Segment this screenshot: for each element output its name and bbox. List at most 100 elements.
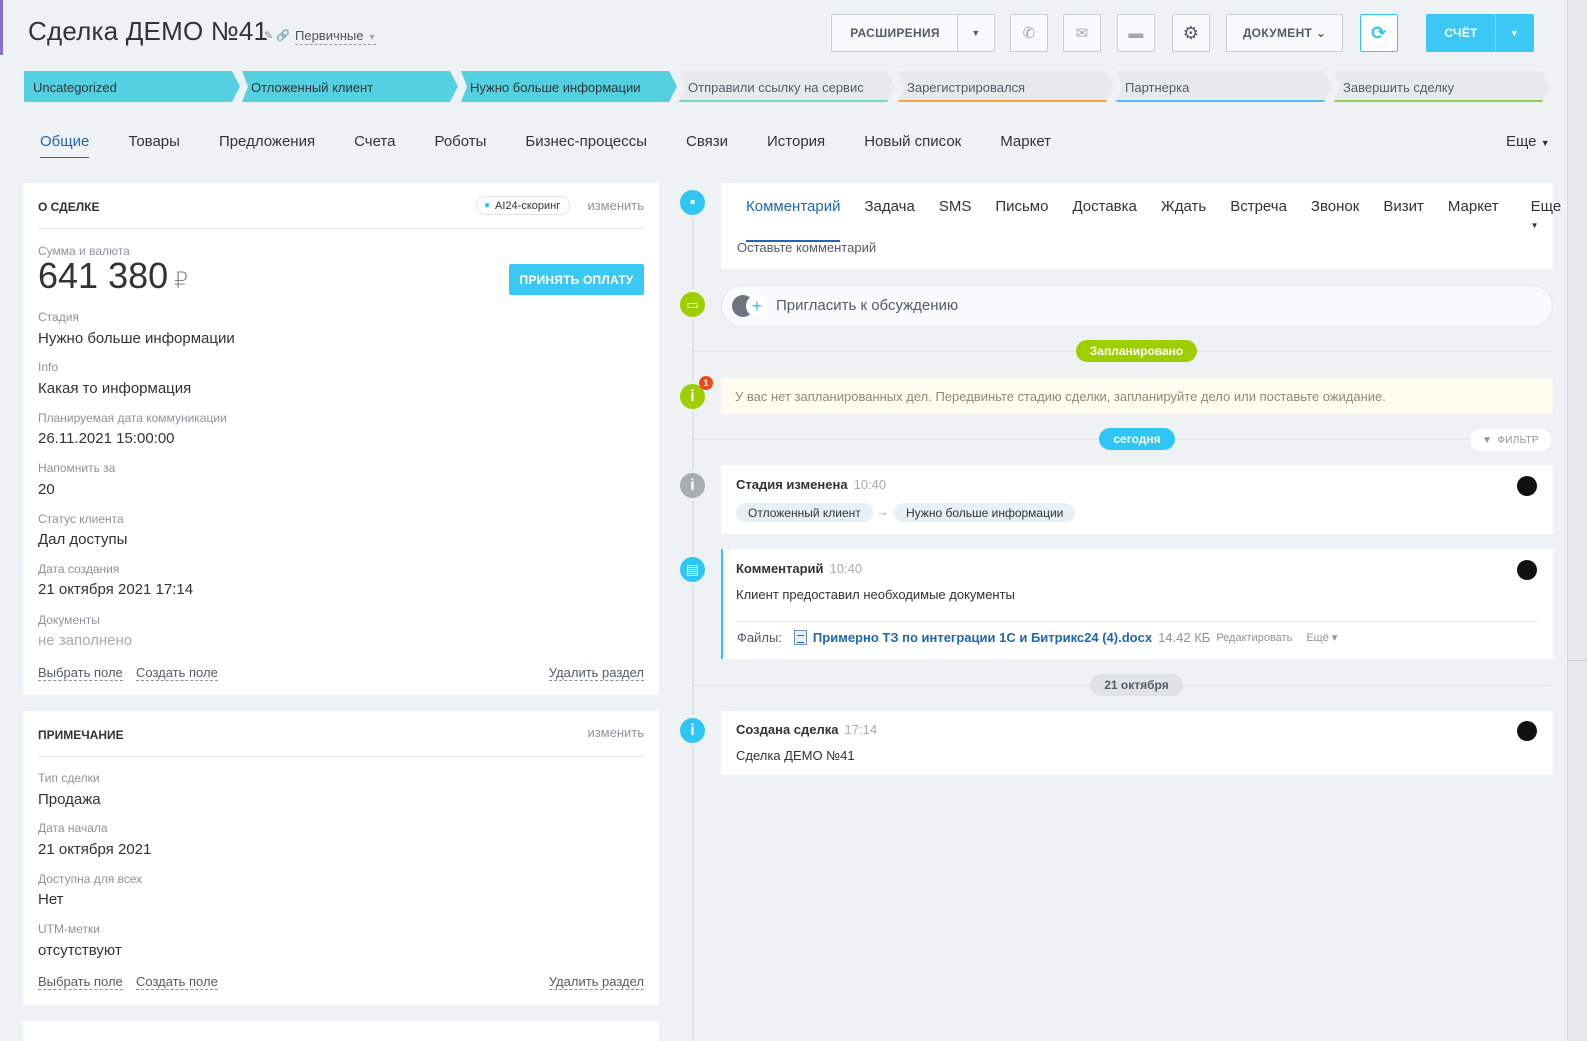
field-value[interactable]: Нет [38,891,64,908]
comment-icon: ▤ [677,554,708,585]
deal-tabs: Общие Товары Предложения Счета Роботы Би… [40,133,1090,158]
field-value[interactable]: Дал доступы [38,531,127,548]
file-edit-link[interactable]: Редактировать [1216,632,1292,644]
event-title: Создана сделка 17:14 [736,722,878,737]
edit-link-icons[interactable]: ✎ 🔗 [264,29,290,42]
comment-icon: ▪ [677,187,708,218]
tab-history[interactable]: История [767,133,825,158]
bill-button[interactable]: СЧЁТ ▼ [1426,14,1534,52]
category-selector[interactable]: Первичные ▼ [295,29,377,45]
avatar[interactable] [1517,476,1537,496]
timeline-line [692,205,694,1041]
docx-file-icon [793,630,807,645]
create-field-link[interactable]: Создать поле [136,665,218,681]
tab-products[interactable]: Товары [128,133,180,158]
activity-tab-meeting[interactable]: Встреча [1230,198,1287,242]
event-text: Сделка ДЕМО №41 [736,748,855,763]
field-value[interactable]: 21 октября 2021 17:14 [38,581,193,598]
field-label: Дата создания [38,562,120,576]
field-value[interactable]: 20 [38,481,55,498]
chevron-down-icon[interactable]: ▼ [957,15,994,51]
select-field-link[interactable]: Выбрать поле [38,974,123,990]
tab-invoices[interactable]: Счета [354,133,395,158]
page-title: Сделка ДЕМО №41 [28,16,269,46]
activity-tab-wait[interactable]: Ждать [1161,198,1206,242]
tab-new-list[interactable]: Новый список [864,133,961,158]
chevron-down-icon: ▼ [367,32,377,42]
field-value[interactable]: Продажа [38,791,101,808]
info-icon: i [677,715,708,746]
field-label: Документы [38,613,100,627]
extensions-button[interactable]: РАСШИРЕНИЯ ▼ [831,14,995,52]
file-link[interactable]: Примерно ТЗ по интеграции 1С и Битрикс24… [813,630,1152,645]
note-card: ПРИМЕЧАНИЕ изменить Тип сделки Продажа Д… [23,711,659,1005]
date-pill: 21 октября [1090,674,1183,696]
phone-icon[interactable]: ✆ [1010,14,1048,52]
file-more-button[interactable]: Ещё ▾ [1306,631,1337,644]
delete-section-link[interactable]: Удалить раздел [548,665,644,681]
stage-uncategorized[interactable]: Uncategorized [24,71,240,102]
filter-icon: ▼ [1482,434,1493,446]
create-field-link[interactable]: Создать поле [136,974,218,990]
field-label: Тип сделки [38,771,100,785]
section-heading: ПРИМЕЧАНИЕ [38,728,124,742]
field-value[interactable]: не заполнено [38,632,132,649]
field-value[interactable]: 21 октября 2021 [38,841,151,858]
activity-tab-call[interactable]: Звонок [1311,198,1359,242]
activity-tab-email[interactable]: Письмо [995,198,1048,242]
activity-tab-comment[interactable]: Комментарий [746,198,841,242]
stage-partner[interactable]: Партнерка [1116,71,1332,102]
slider-edge [1567,0,1587,1041]
field-value[interactable]: Нужно больше информации [38,330,235,347]
comment-input[interactable]: Оставьте комментарий [737,240,876,255]
filter-button[interactable]: ▼ ФИЛЬТР [1470,429,1551,451]
field-label: Планируемая дата коммуникации [38,411,227,425]
tab-relations[interactable]: Связи [686,133,728,158]
stage-finish[interactable]: Завершить сделку [1334,71,1550,102]
delete-section-link[interactable]: Удалить раздел [548,974,644,990]
activity-tab-sms[interactable]: SMS [939,198,972,242]
activity-tab-delivery[interactable]: Доставка [1072,198,1136,242]
ai-scoring-badge[interactable]: ● AI24-скоринг [476,196,571,215]
mail-icon[interactable]: ✉ [1063,14,1101,52]
stage-postponed[interactable]: Отложенный клиент [242,71,458,102]
tab-bizproc[interactable]: Бизнес-процессы [525,133,647,158]
ai-icon: ● [484,200,491,211]
field-value[interactable]: 26.11.2021 15:00:00 [38,430,175,447]
deal-amount: 641 380 ₽ [38,255,189,296]
tabs-more-button[interactable]: Еще ▼ [1506,133,1550,150]
plus-icon[interactable]: + [746,295,768,317]
activity-tab-more[interactable]: Еще ▼ [1531,198,1563,242]
tab-general[interactable]: Общие [40,133,90,158]
field-value[interactable]: Какая то информация [38,380,191,397]
avatar[interactable] [1517,721,1537,741]
field-label: Напомнить за [38,461,116,475]
chat-icon[interactable]: ▬ [1117,14,1155,52]
avatar[interactable] [1517,560,1537,580]
invite-to-discussion[interactable]: + Пригласить к обсуждению [721,285,1553,327]
stage-link-sent[interactable]: Отправили ссылку на сервис [679,71,895,102]
tab-quotes[interactable]: Предложения [219,133,315,158]
edit-link[interactable]: изменить [587,725,644,740]
edit-link[interactable]: изменить [587,198,644,213]
gear-icon[interactable]: ⚙ [1172,14,1210,52]
no-planned-notice: У вас нет запланированных дел. Передвинь… [721,378,1553,414]
section-heading: О СДЕЛКЕ [38,200,100,214]
stage-registered[interactable]: Зарегистрировался [898,71,1114,102]
activity-tabs: Комментарий Задача SMS Письмо Доставка Ж… [746,198,1587,242]
arrow-right-icon: → [876,504,889,519]
chevron-down-icon[interactable]: ▼ [1495,15,1533,51]
accept-payment-button[interactable]: ПРИНЯТЬ ОПЛАТУ [509,264,644,295]
field-value[interactable]: отсутствуют [38,942,122,959]
stage-need-info[interactable]: Нужно больше информации [461,71,677,102]
activity-tab-market[interactable]: Маркет [1448,198,1499,242]
activity-tab-task[interactable]: Задача [864,198,914,242]
activity-tab-visit[interactable]: Визит [1383,198,1424,242]
field-label: Info [38,360,59,374]
select-field-link[interactable]: Выбрать поле [38,665,123,681]
tab-robots[interactable]: Роботы [434,133,486,158]
field-label: UTM-метки [38,922,100,936]
document-button[interactable]: ДОКУМЕНТ ⌄ [1226,14,1343,52]
sync-icon[interactable]: ⟳ [1360,14,1398,52]
tab-market[interactable]: Маркет [1000,133,1051,158]
